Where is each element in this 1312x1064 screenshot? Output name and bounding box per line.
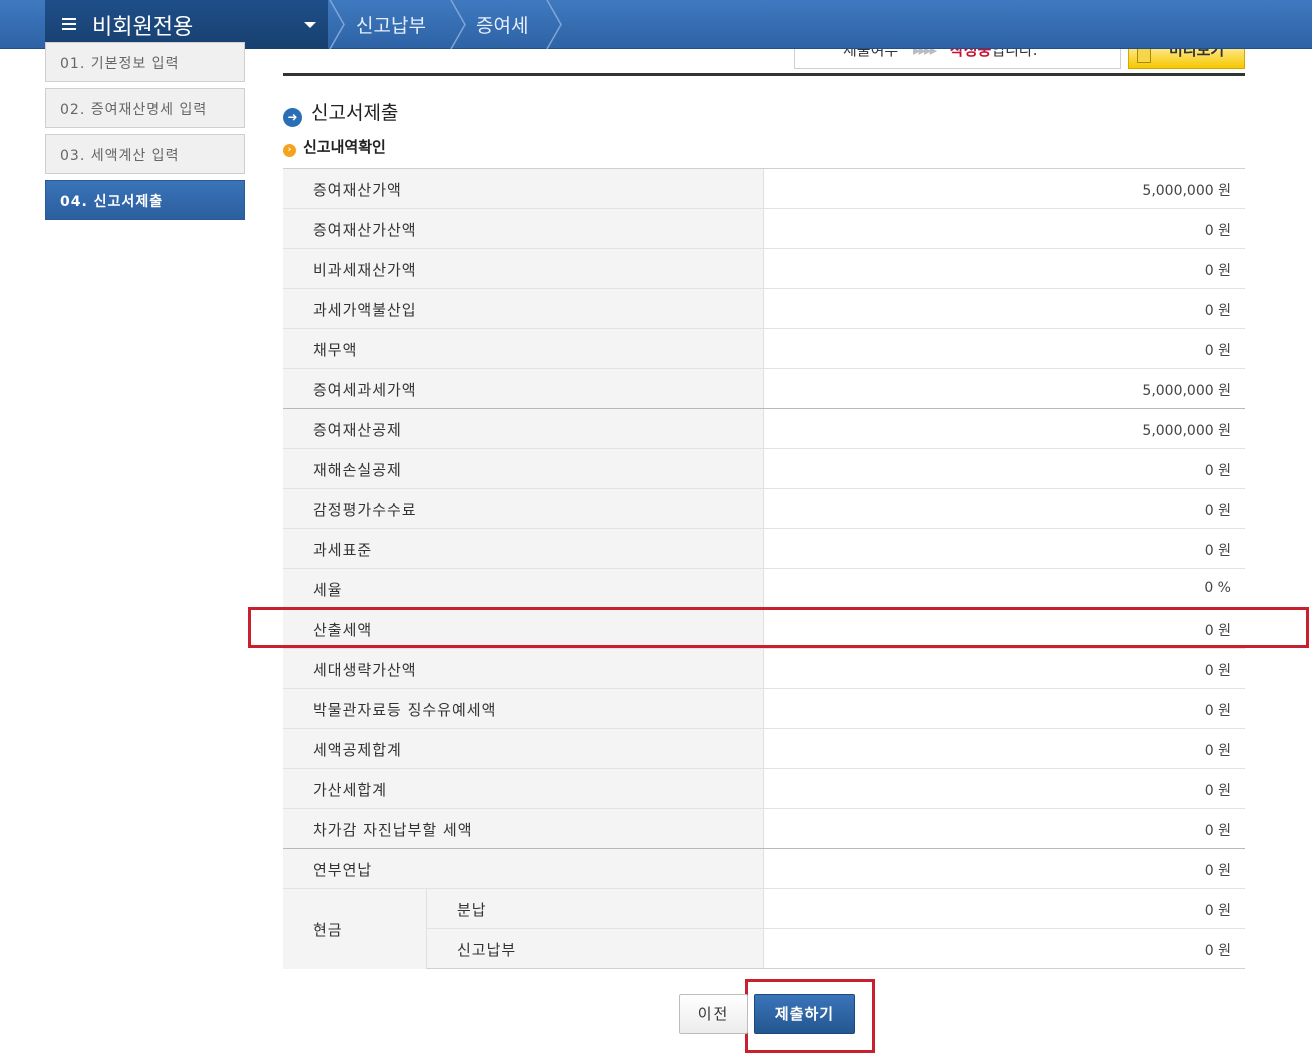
row-value: 5,000,000 원 [1142, 423, 1231, 439]
chevron-right-icon [329, 0, 345, 49]
row-label: 증여재산가산액 [283, 209, 764, 248]
table-row: 증여재산공제 5,000,000 원 [283, 409, 1245, 449]
row-label: 분납 [427, 889, 764, 928]
table-row: 박물관자료등 징수유예세액 0 원 [283, 689, 1245, 729]
status-value: 작성중 [949, 49, 992, 59]
section-title: ➜ 신고서제출 [283, 98, 398, 127]
bullet-icon: › [283, 144, 296, 157]
row-value: 0 원 [1204, 743, 1231, 759]
row-label: 세대생략가산액 [283, 649, 764, 688]
row-label: 감정평가수수료 [283, 489, 764, 528]
row-value: 0 원 [1204, 543, 1231, 559]
table-row: 세액공제합계 0 원 [283, 729, 1245, 769]
row-label: 증여재산가액 [283, 169, 764, 208]
table-row: 연부연납 0 원 [283, 849, 1245, 889]
row-label: 과세표준 [283, 529, 764, 568]
row-label: 증여재산공제 [283, 409, 764, 448]
submission-status: 제출여부 ▸▸▸▸ 작성중입니다. [794, 49, 1121, 69]
row-value: 0 원 [1204, 943, 1231, 959]
breadcrumb-item[interactable]: 신고납부 [356, 11, 426, 38]
report-table: 증여재산가액 5,000,000 원 증여재산가산액 0 원 비과세재산가액 0 원 … [283, 168, 1245, 969]
table-row: 감정평가수수료 0 원 [283, 489, 1245, 529]
cash-group: 현금 분납 0 원 신고납부 0 원 [283, 889, 1245, 969]
row-label: 박물관자료등 징수유예세액 [283, 689, 764, 728]
chevron-right-icon [450, 0, 466, 49]
sidebar-item-submit[interactable]: 04. 신고서제출 [45, 180, 245, 220]
row-value: 0 원 [1204, 503, 1231, 519]
chevron-right-icon [546, 0, 562, 49]
row-label: 차가감 자진납부할 세액 [283, 809, 764, 848]
table-row: 분납 0 원 [427, 889, 1245, 929]
section-title-text: 신고서제출 [311, 102, 399, 124]
row-value: 0 원 [1204, 863, 1231, 879]
table-row: 신고납부 0 원 [427, 929, 1245, 969]
table-row: 차가감 자진납부할 세액 0 원 [283, 809, 1245, 849]
table-row: 가산세합계 0 원 [283, 769, 1245, 809]
table-row: 과세가액불산입 0 원 [283, 289, 1245, 329]
cash-label: 현금 [283, 889, 427, 969]
row-value: 0 원 [1204, 903, 1231, 919]
row-label: 세액공제합계 [283, 729, 764, 768]
caret-down-icon [304, 22, 316, 28]
table-row: 세율 0 % [283, 569, 1245, 609]
table-row: 증여세과세가액 5,000,000 원 [283, 369, 1245, 409]
document-icon [1137, 49, 1151, 63]
status-label: 제출여부 [843, 49, 899, 59]
table-row: 증여재산가액 5,000,000 원 [283, 169, 1245, 209]
arrow-right-circle-icon: ➜ [283, 108, 302, 127]
row-label: 세율 [283, 569, 764, 608]
submit-button[interactable]: 제출하기 [754, 994, 855, 1034]
prev-button[interactable]: 이전 [679, 994, 748, 1034]
row-value: 5,000,000 원 [1142, 183, 1231, 199]
divider [283, 73, 1245, 76]
table-row: 증여재산가산액 0 원 [283, 209, 1245, 249]
sidebar-item-basic-info[interactable]: 01. 기본정보 입력 [45, 42, 245, 82]
row-value: 0 원 [1204, 343, 1231, 359]
preview-button[interactable]: 미리보기 [1128, 49, 1245, 69]
table-row: 재해손실공제 0 원 [283, 449, 1245, 489]
row-value: 0 원 [1204, 463, 1231, 479]
table-row: 과세표준 0 원 [283, 529, 1245, 569]
highlight-box [248, 607, 1309, 648]
status-suffix: 입니다. [991, 49, 1038, 59]
sidebar-item-tax-calc[interactable]: 03. 세액계산 입력 [45, 134, 245, 174]
table-row: 비과세재산가액 0 원 [283, 249, 1245, 289]
preview-label: 미리보기 [1169, 49, 1225, 59]
row-value: 0 원 [1204, 703, 1231, 719]
sub-title: › 신고내역확인 [283, 136, 386, 157]
row-label: 비과세재산가액 [283, 249, 764, 288]
row-value: 0 원 [1204, 663, 1231, 679]
sidebar-item-gift-property[interactable]: 02. 증여재산명세 입력 [45, 88, 245, 128]
row-value: 0 원 [1204, 783, 1231, 799]
table-row: 채무액 0 원 [283, 329, 1245, 369]
row-label: 과세가액불산입 [283, 289, 764, 328]
row-value: 0 원 [1204, 223, 1231, 239]
row-label: 채무액 [283, 329, 764, 368]
menu-title: 비회원전용 [92, 15, 194, 40]
row-value: 0 원 [1204, 263, 1231, 279]
row-value: 5,000,000 원 [1142, 383, 1231, 399]
row-label: 신고납부 [427, 929, 764, 968]
row-label: 재해손실공제 [283, 449, 764, 488]
row-value: 0 원 [1204, 303, 1231, 319]
sub-title-text: 신고내역확인 [303, 138, 386, 156]
hamburger-icon [62, 18, 76, 32]
row-value: 0 원 [1204, 823, 1231, 839]
arrows-icon: ▸▸▸▸ [912, 49, 937, 59]
row-label: 연부연납 [283, 849, 764, 888]
row-label: 가산세합계 [283, 769, 764, 808]
table-row: 세대생략가산액 0 원 [283, 649, 1245, 689]
breadcrumb-item[interactable]: 증여세 [476, 11, 528, 38]
row-label: 증여세과세가액 [283, 369, 764, 408]
row-value: 0 % [1204, 580, 1231, 596]
